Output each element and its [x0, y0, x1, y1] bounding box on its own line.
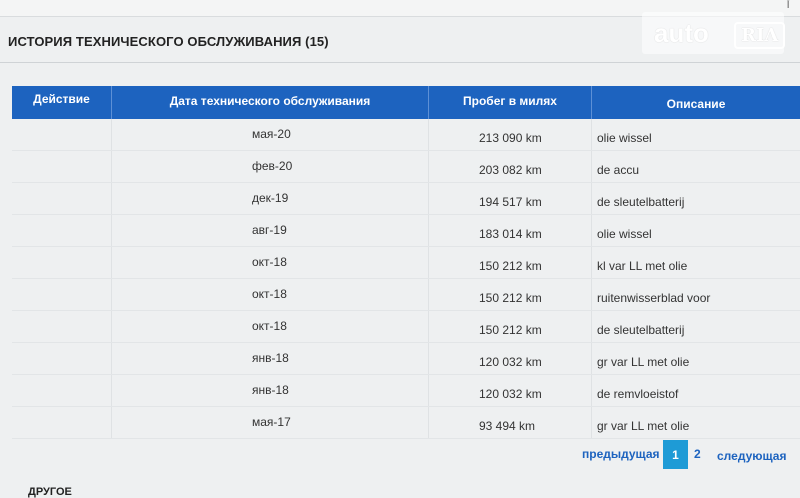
autoria-logo: auto RIA [642, 12, 786, 54]
cell-description: ruitenwisserblad voor [597, 291, 711, 305]
cell-date: окт-18 [112, 247, 429, 278]
cell-description: de sleutelbatterij [597, 323, 685, 337]
cell-description: de remvloeistof [597, 387, 679, 401]
cell-action [12, 407, 112, 438]
cell-date: янв-18 [112, 375, 429, 406]
cell-action [12, 119, 112, 150]
cell-date: окт-18 [112, 279, 429, 310]
cell-date: янв-18 [112, 343, 429, 374]
cell-mileage: 150 212 km [429, 279, 592, 310]
table-row: окт-18 150 212 km ruitenwisserblad voor [12, 279, 800, 311]
logo-badge: RIA [734, 22, 786, 49]
column-header-description: Описание [666, 97, 726, 111]
table-row: фев-20 203 082 km de accu [12, 151, 800, 183]
table-row: окт-18 150 212 km kl var LL met olie [12, 247, 800, 279]
cell-description: gr var LL met olie [597, 419, 690, 433]
cell-date: авг-19 [112, 215, 429, 246]
service-history-title: ИСТОРИЯ ТЕХНИЧЕСКОГО ОБСЛУЖИВАНИЯ (15) [8, 34, 329, 49]
cell-description: gr var LL met olie [597, 355, 690, 369]
cell-date: дек-19 [112, 183, 429, 214]
cell-description: olie wissel [597, 227, 652, 241]
column-header-action: Действие [12, 86, 112, 119]
cell-action [12, 311, 112, 342]
title-divider [0, 62, 800, 63]
pagination-page-2[interactable]: 2 [694, 447, 701, 461]
cell-action [12, 151, 112, 182]
logo-wordmark: auto [654, 18, 709, 48]
cell-mileage: 93 494 km [429, 407, 592, 438]
cell-action [12, 375, 112, 406]
cell-description: olie wissel [597, 131, 652, 145]
table-header: Действие Дата технического обслуживания … [12, 86, 800, 119]
cell-date: окт-18 [112, 311, 429, 342]
cell-action [12, 343, 112, 374]
cell-date: мая-20 [112, 119, 429, 150]
cell-mileage: 203 082 km [429, 151, 592, 182]
column-header-mileage: Пробег в милях [429, 86, 592, 119]
table-row: мая-17 93 494 km gr var LL met olie [12, 407, 800, 439]
cell-mileage: 213 090 km [429, 119, 592, 150]
cell-action [12, 279, 112, 310]
table-row: дек-19 194 517 km de sleutelbatterij [12, 183, 800, 215]
cell-description: de accu [597, 163, 640, 177]
other-section-heading: ДРУГОЕ [28, 486, 72, 498]
cell-description: de sleutelbatterij [597, 195, 685, 209]
column-header-date: Дата технического обслуживания [112, 86, 429, 119]
cell-action [12, 183, 112, 214]
pagination-previous-link[interactable]: предыдущая [582, 447, 660, 461]
cell-description: kl var LL met olie [597, 259, 688, 273]
table-row: янв-18 120 032 km gr var LL met olie [12, 343, 800, 375]
cell-mileage: 183 014 km [429, 215, 592, 246]
service-history-table: Действие Дата технического обслуживания … [12, 86, 800, 439]
cell-action [12, 215, 112, 246]
table-row: мая-20 213 090 km olie wissel [12, 119, 800, 151]
table-row: окт-18 150 212 km de sleutelbatterij [12, 311, 800, 343]
table-row: авг-19 183 014 km olie wissel [12, 215, 800, 247]
cell-mileage: 120 032 km [429, 375, 592, 406]
cell-mileage: 150 212 km [429, 311, 592, 342]
cell-date: фев-20 [112, 151, 429, 182]
cell-action [12, 247, 112, 278]
pagination-page-1[interactable]: 1 [663, 440, 688, 469]
cell-mileage: 194 517 km [429, 183, 592, 214]
pagination-next-link[interactable]: следующая [717, 449, 786, 463]
table-row: янв-18 120 032 km de remvloeistof [12, 375, 800, 407]
cell-mileage: 150 212 km [429, 247, 592, 278]
cell-date: мая-17 [112, 407, 429, 438]
top-edge-glyph: ĭ [786, 0, 790, 11]
cell-mileage: 120 032 km [429, 343, 592, 374]
